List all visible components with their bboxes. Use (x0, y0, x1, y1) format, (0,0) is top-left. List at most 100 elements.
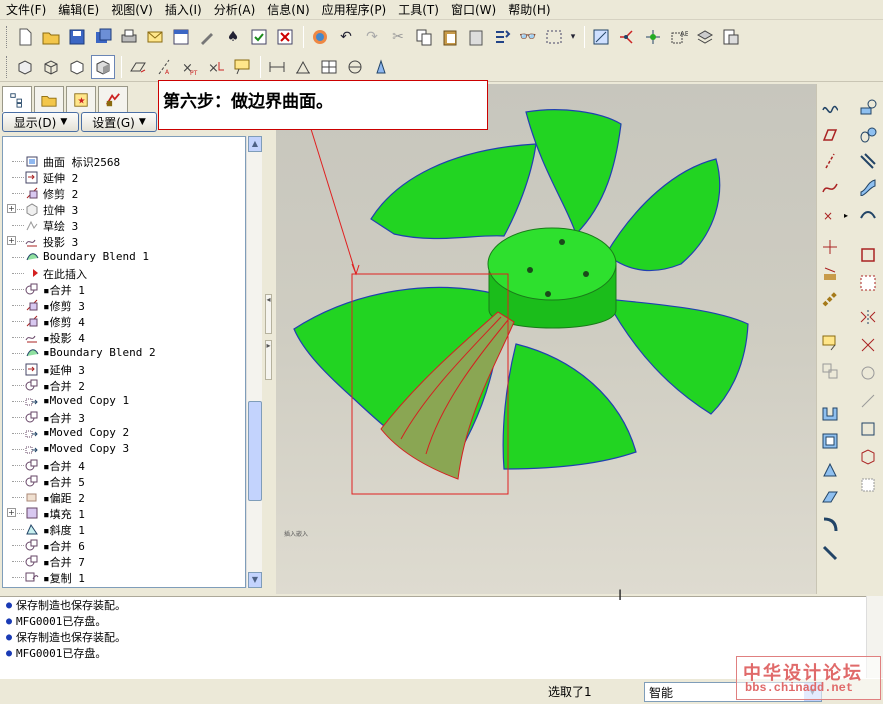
open-folder-icon[interactable] (39, 25, 63, 49)
tab-folder-browser[interactable] (34, 86, 64, 112)
extend-feature-icon[interactable] (857, 390, 879, 412)
paste-special-icon[interactable] (464, 25, 488, 49)
toolbar-grip[interactable] (6, 26, 9, 48)
datum-axis-icon[interactable] (615, 25, 639, 49)
tree-item[interactable]: ▪Moved Copy 1 (3, 393, 245, 409)
boundary-blend-icon[interactable] (857, 96, 879, 118)
tree-item[interactable]: ▪偏距 2 (3, 489, 245, 505)
show-dropdown[interactable]: 显示(D) ▼ (2, 112, 79, 132)
tree-item[interactable]: Boundary Blend 1 (3, 249, 245, 265)
window-activate-icon[interactable] (247, 25, 271, 49)
tree-item[interactable]: ▪Moved Copy 2 (3, 425, 245, 441)
tree-item[interactable]: ▪合并 7 (3, 553, 245, 569)
settings-dropdown[interactable]: 设置(G) ▼ (81, 112, 157, 132)
menu-view[interactable]: 视图(V) (105, 1, 159, 18)
tree-item[interactable]: ▪合并 2 (3, 377, 245, 393)
tree-item[interactable]: 曲面 标识2568 (3, 153, 245, 169)
scroll-down-icon[interactable]: ▼ (248, 572, 262, 588)
tree-item[interactable]: ▪Boundary Blend 2 (3, 345, 245, 361)
selection-box-icon[interactable] (542, 25, 566, 49)
tree-item[interactable]: ▪斜度 1 (3, 521, 245, 537)
sketch-view-icon[interactable] (589, 25, 613, 49)
tree-item[interactable]: 延伸 2 (3, 169, 245, 185)
copy-icon[interactable] (412, 25, 436, 49)
wireframe-icon[interactable] (39, 55, 63, 79)
menu-file[interactable]: 文件(F) (0, 1, 52, 18)
menu-insert[interactable]: 插入(I) (159, 1, 208, 18)
graphics-window[interactable]: 插入嵌入 (276, 84, 816, 594)
collapse-panel-icon[interactable]: ◂ (265, 294, 272, 334)
hidden-line-icon[interactable] (65, 55, 89, 79)
blend-icon[interactable] (857, 176, 879, 198)
tab-model-tree[interactable] (2, 86, 32, 112)
new-file-icon[interactable] (13, 25, 37, 49)
dimension-icon[interactable] (265, 55, 289, 79)
toolbar-grip[interactable] (6, 55, 9, 78)
find-icon[interactable]: 👓 (516, 25, 540, 49)
mirror-icon[interactable] (857, 306, 879, 328)
save-copy-icon[interactable] (91, 25, 115, 49)
note-icon[interactable] (819, 332, 841, 354)
sweep-icon[interactable] (857, 150, 879, 172)
regenerate-icon[interactable] (490, 25, 514, 49)
undo-icon[interactable]: ↶ (334, 25, 358, 49)
scrollbar-thumb[interactable] (248, 401, 262, 501)
expand-icon[interactable]: + (7, 204, 16, 213)
tree-item[interactable]: ▪修剪 3 (3, 297, 245, 313)
close-window-icon[interactable] (273, 25, 297, 49)
standard-orientation-icon[interactable] (13, 55, 37, 79)
datum-axis-icon[interactable] (819, 150, 841, 172)
gtol-icon[interactable] (343, 55, 367, 79)
merge-feature-icon[interactable] (857, 334, 879, 356)
expand-icon[interactable]: + (7, 236, 16, 245)
datum-point-icon[interactable] (641, 25, 665, 49)
tree-item[interactable]: ▪合并 5 (3, 473, 245, 489)
tree-item[interactable]: ▪合并 4 (3, 457, 245, 473)
redo-icon[interactable]: ↷ (360, 25, 384, 49)
datum-point-icon[interactable]: × (819, 204, 841, 226)
cut-icon[interactable]: ✂ (386, 25, 410, 49)
save-icon[interactable] (65, 25, 89, 49)
datum-target-icon[interactable] (291, 55, 315, 79)
revolve-icon[interactable] (857, 124, 879, 146)
render-icon[interactable] (369, 55, 393, 79)
round-icon[interactable] (819, 514, 841, 536)
point-display-icon[interactable]: × PT (178, 55, 202, 79)
layers-icon[interactable] (693, 25, 717, 49)
tree-item[interactable]: 在此插入 (3, 265, 245, 281)
regenerate-window-icon[interactable] (169, 25, 193, 49)
tree-item[interactable]: ▪合并 1 (3, 281, 245, 297)
menu-info[interactable]: 信息(N) (261, 1, 315, 18)
tree-item[interactable]: ▪合并 6 (3, 537, 245, 553)
tree-item[interactable]: ▪合并 3 (3, 409, 245, 425)
swept-blend-icon[interactable] (857, 204, 879, 226)
tree-item[interactable]: ▪Moved Copy 3 (3, 441, 245, 457)
tree-item[interactable]: 修剪 2 (3, 185, 245, 201)
panel-splitter[interactable]: ◂ ▸ (262, 84, 276, 594)
model-tree-scrollbar[interactable]: ▲ ▼ (246, 136, 262, 588)
tree-item[interactable]: ▪复制 1 (3, 569, 245, 585)
draft-feature-icon[interactable] (819, 458, 841, 480)
analysis-feature-icon[interactable] (819, 262, 841, 284)
chamfer-icon[interactable] (819, 542, 841, 564)
datum-plane-icon[interactable] (819, 124, 841, 146)
scroll-up-icon[interactable]: ▲ (248, 136, 262, 152)
sketch-curve-icon[interactable] (819, 96, 841, 118)
tree-item[interactable]: ▪延伸 3 (3, 361, 245, 377)
menu-analysis[interactable]: 分析(A) (208, 1, 262, 18)
datum-curve-icon[interactable] (819, 176, 841, 198)
tree-item[interactable]: ▪修剪 4 (3, 313, 245, 329)
shading-icon[interactable] (91, 54, 115, 79)
expand-icon[interactable]: + (7, 508, 16, 517)
menu-help[interactable]: 帮助(H) (502, 1, 556, 18)
csys-display-icon[interactable]: ⨯ (204, 55, 228, 79)
spade-icon[interactable]: ♠ (221, 25, 245, 49)
print-icon[interactable] (117, 25, 141, 49)
copy-drawing-icon[interactable] (195, 25, 219, 49)
thicken-icon[interactable] (857, 446, 879, 468)
tree-item[interactable]: ▪投影 4 (3, 329, 245, 345)
tab-favorites[interactable]: ★ (66, 86, 96, 112)
rib-icon[interactable] (819, 486, 841, 508)
model-tree-color-icon[interactable] (308, 25, 332, 49)
trim-feature-icon[interactable] (857, 362, 879, 384)
